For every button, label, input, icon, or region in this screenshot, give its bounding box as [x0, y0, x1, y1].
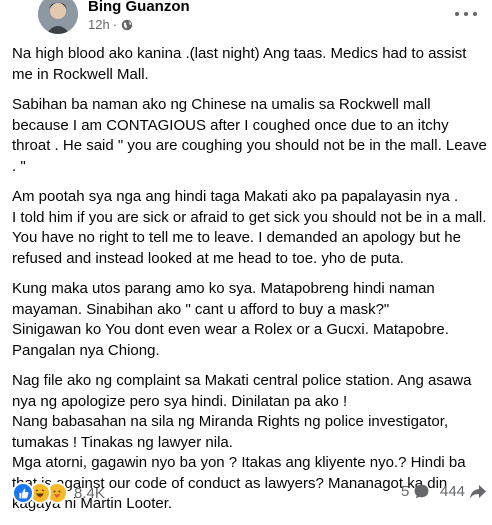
author-avatar[interactable] [38, 0, 78, 34]
post-paragraph-3: Am pootah sya nga ang hindi taga Makati … [12, 188, 487, 267]
post-paragraph-4: Kung maka utos parang amo ko sya. Matapo… [12, 280, 449, 359]
share-count: 444 [440, 483, 466, 500]
post-paragraph-2: Sabihan ba naman ako ng Chinese na umali… [12, 96, 487, 175]
author-name[interactable]: Bing Guanzon [88, 0, 190, 15]
post-meta: 12h · [88, 17, 133, 32]
comment-icon [414, 484, 429, 499]
post-body: Na high blood ako kanina .(last night) A… [12, 44, 490, 525]
like-icon [12, 482, 34, 504]
post-footer: 8.4K 5 444 [0, 478, 492, 508]
reaction-count: 8.4K [74, 484, 105, 502]
comment-count: 5 [401, 483, 410, 500]
more-options-icon[interactable] [455, 8, 477, 20]
post-paragraph-1: Na high blood ako kanina .(last night) A… [12, 45, 467, 83]
meta-separator: · [112, 17, 118, 32]
comment-count-button[interactable]: 5 [401, 483, 430, 500]
share-icon [470, 484, 487, 498]
reactions-summary[interactable]: 8.4K [12, 482, 105, 504]
share-count-button[interactable]: 444 [440, 483, 487, 500]
globe-icon[interactable] [121, 19, 133, 31]
post-header: Bing Guanzon 12h · [0, 0, 492, 40]
post-time[interactable]: 12h [88, 17, 110, 32]
